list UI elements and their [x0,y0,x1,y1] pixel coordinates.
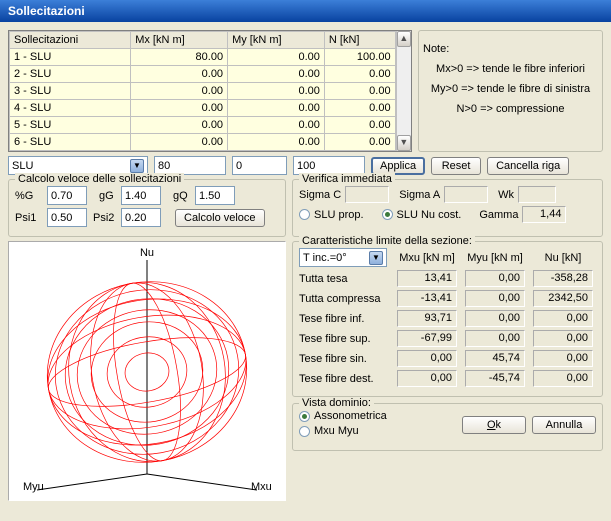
gQ-input[interactable] [195,186,235,205]
verify-group: Verifica immediata Sigma C Sigma A Wk SL… [292,179,603,237]
cancel-button[interactable]: Annulla [532,416,596,434]
limit-value: 0,00 [465,270,525,287]
limit-value: 0,00 [465,290,525,307]
limit-value: 45,74 [465,350,525,367]
limit-value: -13,41 [397,290,457,307]
sigmaC-value [345,186,389,203]
column-header[interactable]: My [kN m] [228,32,325,49]
table-row[interactable]: 3 - SLU0.000.000.00 [10,83,396,100]
sigmaA-value [444,186,488,203]
limit-value: 2342,50 [533,290,593,307]
tinc-combo[interactable]: T inc.=0°▼ [299,248,387,267]
delete-row-button[interactable]: Cancella riga [487,157,569,175]
reset-button[interactable]: Reset [431,157,481,175]
limit-label: Tutta tesa [299,273,389,285]
limit-value: 0,00 [533,330,593,347]
psi1-input[interactable] [47,208,87,227]
column-header[interactable]: Sollecitazioni [10,32,131,49]
limit-value: -67,99 [397,330,457,347]
title-bar: Sollecitazioni [0,0,611,22]
table-row[interactable]: 5 - SLU0.000.000.00 [10,117,396,134]
mxumyu-radio[interactable]: Mxu Myu [299,425,359,437]
limit-value: 0,00 [533,370,593,387]
scroll-up-icon[interactable]: ▲ [397,31,411,47]
column-header[interactable]: N [kN] [324,32,395,49]
solicitations-table[interactable]: SollecitazioniMx [kN m]My [kN m]N [kN]1 … [8,30,412,152]
scroll-down-icon[interactable]: ▼ [397,135,411,151]
domain-chart: Nu Mxu Myu [8,241,286,501]
limit-value: 0,00 [533,310,593,327]
my-input[interactable] [232,156,287,175]
limit-value: -358,28 [533,270,593,287]
notes-label: Note: [423,43,598,55]
axis-nu-label: Nu [140,247,154,259]
limit-value: 0,00 [397,350,457,367]
gamma-value: 1,44 [522,206,566,223]
table-row[interactable]: 6 - SLU0.000.000.00 [10,134,396,151]
table-row[interactable]: 4 - SLU0.000.000.00 [10,100,396,117]
table-scrollbar[interactable]: ▲ ▼ [396,31,411,151]
limit-value: 93,71 [397,310,457,327]
column-header[interactable]: Mx [kN m] [131,32,228,49]
limit-label: Tutta compressa [299,293,389,305]
chevron-down-icon[interactable]: ▼ [130,159,144,173]
slu-nu-radio[interactable]: SLU Nu cost. [382,209,462,221]
pcG-input[interactable] [47,186,87,205]
calc-button[interactable]: Calcolo veloce [175,209,265,227]
limit-label: Tese fibre inf. [299,313,389,325]
ok-button[interactable]: Ok [462,416,526,434]
wk-value [518,186,556,203]
notes-panel: Note: Mx>0 => tende le fibre inferiori M… [418,30,603,152]
limit-value: 0,00 [397,370,457,387]
psi2-input[interactable] [121,208,161,227]
calc-group: Calcolo veloce delle sollecitazioni %G g… [8,179,286,237]
asso-radio[interactable]: Assonometrica [299,410,387,422]
vista-group: Vista dominio: Assonometrica Mxu Myu Ok … [292,403,603,451]
limits-group: Caratteristiche limite della sezione: T … [292,241,603,397]
axis-mxu-label: Mxu [251,481,272,493]
limit-label: Tese fibre dest. [299,373,389,385]
table-row[interactable]: 2 - SLU0.000.000.00 [10,66,396,83]
limit-label: Tese fibre sin. [299,353,389,365]
chevron-down-icon[interactable]: ▼ [369,251,383,265]
gG-input[interactable] [121,186,161,205]
limit-value: 0,00 [533,350,593,367]
limit-value: 13,41 [397,270,457,287]
limit-label: Tese fibre sup. [299,333,389,345]
axis-myu-label: Myu [23,481,44,493]
limit-value: 0,00 [465,310,525,327]
table-row[interactable]: 1 - SLU80.000.00100.00 [10,49,396,66]
limit-value: 0,00 [465,330,525,347]
slu-prop-radio[interactable]: SLU prop. [299,209,364,221]
limit-value: -45,74 [465,370,525,387]
apply-button[interactable]: Applica [371,157,425,175]
